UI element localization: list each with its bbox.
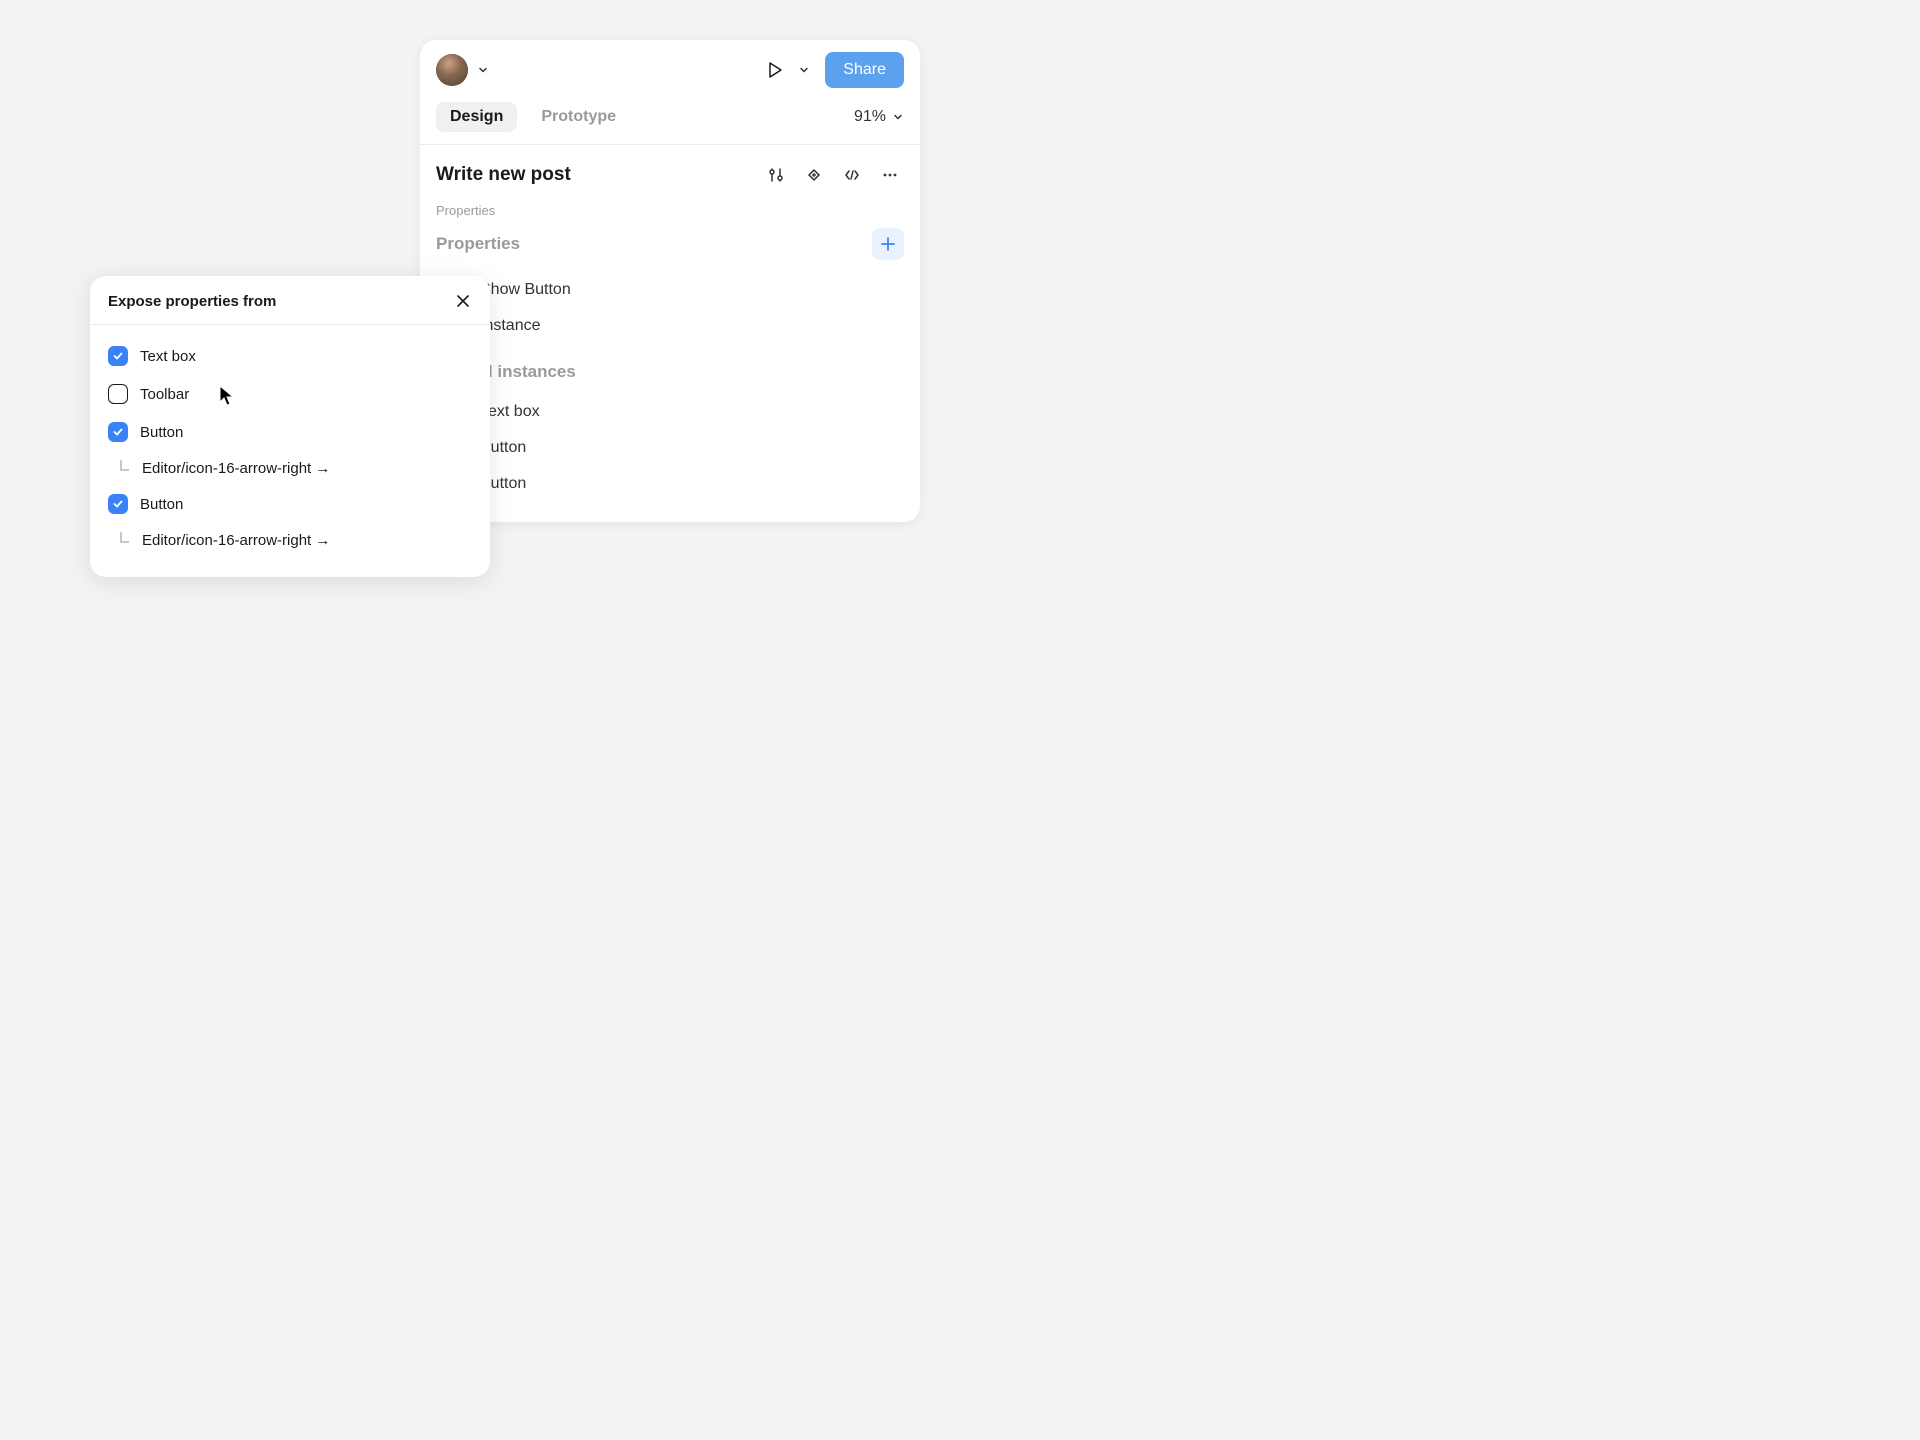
dialog-header: Expose properties from bbox=[90, 276, 490, 325]
frame-title: Write new post bbox=[436, 164, 752, 186]
nested-child-label: Editor/icon-16-arrow-right → bbox=[142, 460, 330, 477]
check-label: Toolbar bbox=[140, 386, 189, 403]
nested-instances-title: Nested instances bbox=[436, 362, 904, 382]
nested-child-row: Editor/icon-16-arrow-right → bbox=[108, 523, 472, 557]
check-icon bbox=[112, 350, 124, 362]
component-icon-button[interactable] bbox=[800, 161, 828, 189]
check-row-textbox[interactable]: Text box bbox=[108, 337, 472, 375]
property-row-show-button[interactable]: Show Button bbox=[436, 272, 904, 308]
properties-title: Properties bbox=[436, 234, 872, 254]
nested-child-row: Editor/icon-16-arrow-right → bbox=[108, 451, 472, 485]
checkbox-checked[interactable] bbox=[108, 494, 128, 514]
share-button[interactable]: Share bbox=[825, 52, 904, 88]
tab-prototype[interactable]: Prototype bbox=[527, 102, 630, 132]
sliders-icon bbox=[767, 166, 785, 184]
avatar[interactable] bbox=[436, 54, 468, 86]
nested-child-label: Editor/icon-16-arrow-right → bbox=[142, 532, 330, 549]
content-section: Write new post bbox=[420, 145, 920, 522]
tree-connector-icon bbox=[116, 459, 134, 477]
frame-title-row: Write new post bbox=[436, 161, 904, 189]
properties-small-label: Properties bbox=[436, 203, 904, 218]
expose-properties-dialog: Expose properties from Text box Toolbar … bbox=[90, 276, 490, 577]
properties-header: Properties bbox=[436, 228, 904, 260]
close-button[interactable] bbox=[454, 292, 472, 310]
add-property-button[interactable] bbox=[872, 228, 904, 260]
zoom-value: 91% bbox=[854, 108, 886, 126]
check-label: Text box bbox=[140, 348, 196, 365]
property-row-instance[interactable]: Instance bbox=[436, 308, 904, 344]
check-icon bbox=[112, 426, 124, 438]
checkbox-checked[interactable] bbox=[108, 422, 128, 442]
more-horizontal-icon bbox=[881, 166, 899, 184]
property-label: Show Button bbox=[480, 281, 571, 299]
code-icon bbox=[843, 166, 861, 184]
diamond-plus-icon bbox=[805, 166, 823, 184]
check-label: Button bbox=[140, 496, 183, 513]
close-icon bbox=[456, 294, 470, 308]
check-row-button-1[interactable]: Button bbox=[108, 413, 472, 451]
code-icon-button[interactable] bbox=[838, 161, 866, 189]
check-label: Button bbox=[140, 424, 183, 441]
settings-icon-button[interactable] bbox=[762, 161, 790, 189]
chevron-down-icon bbox=[892, 111, 904, 123]
tabs-row: Design Prototype 91% bbox=[420, 98, 920, 145]
checkbox-unchecked[interactable] bbox=[108, 384, 128, 404]
nested-row-button-2[interactable]: Button bbox=[436, 466, 904, 502]
avatar-dropdown[interactable] bbox=[476, 63, 490, 77]
play-button[interactable] bbox=[761, 56, 789, 84]
zoom-control[interactable]: 91% bbox=[854, 108, 904, 126]
dialog-title: Expose properties from bbox=[108, 293, 454, 310]
tree-connector-icon bbox=[116, 531, 134, 549]
check-row-button-2[interactable]: Button bbox=[108, 485, 472, 523]
plus-icon bbox=[879, 235, 897, 253]
tab-design[interactable]: Design bbox=[436, 102, 517, 132]
play-icon bbox=[764, 59, 786, 81]
play-dropdown[interactable] bbox=[797, 63, 811, 77]
dialog-body: Text box Toolbar Button Editor/icon-16-a… bbox=[90, 325, 490, 577]
more-icon-button[interactable] bbox=[876, 161, 904, 189]
chevron-down-icon bbox=[798, 64, 810, 76]
inspector-panel: Share Design Prototype 91% Write new pos… bbox=[420, 40, 920, 522]
chevron-down-icon bbox=[477, 64, 489, 76]
panel-header: Share bbox=[420, 40, 920, 98]
nested-row-textbox[interactable]: Text box bbox=[436, 394, 904, 430]
check-row-toolbar[interactable]: Toolbar bbox=[108, 375, 472, 413]
nested-row-button-1[interactable]: Button bbox=[436, 430, 904, 466]
checkbox-checked[interactable] bbox=[108, 346, 128, 366]
check-icon bbox=[112, 498, 124, 510]
